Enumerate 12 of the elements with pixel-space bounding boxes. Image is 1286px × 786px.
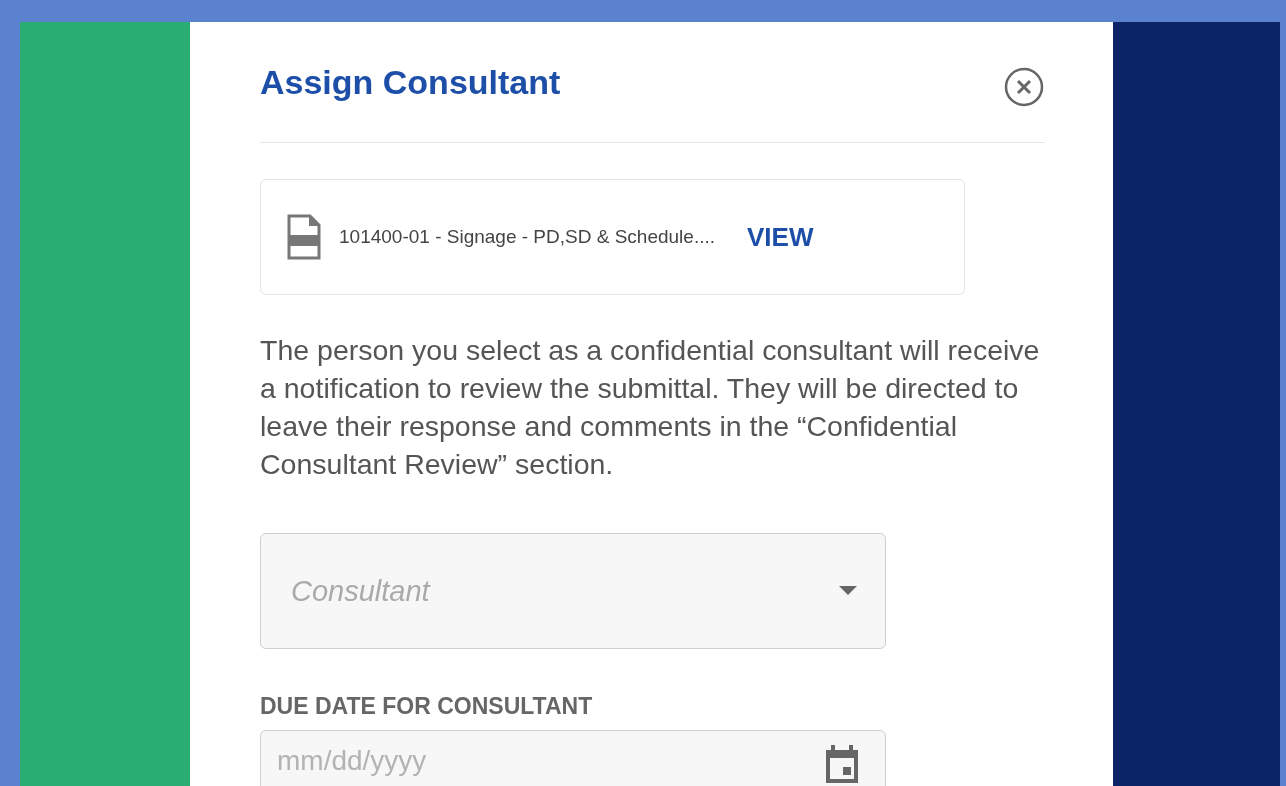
close-icon [1003,66,1045,108]
date-field[interactable]: mm/dd/yyyy [260,730,886,786]
description-text: The person you select as a confidential consultant will receive a notification to review the submittal. They will be directed to leave their response and comments in the “Confidential Consultant Review” section. [260,333,1041,482]
view-link[interactable]: VIEW [747,221,814,253]
consultant-dropdown[interactable]: Consultant [260,533,886,649]
close-button[interactable] [1003,66,1045,108]
field-label: DUE DATE FOR CONSULTANT [260,693,594,720]
file-name: 101400-01 - Signage - PD,SD & Schedule.... [339,226,715,248]
caret-icon [839,586,857,596]
dialog-title: Assign Consultant [260,62,561,102]
pdf-file-icon [287,214,321,260]
calendar-icon [825,745,859,783]
